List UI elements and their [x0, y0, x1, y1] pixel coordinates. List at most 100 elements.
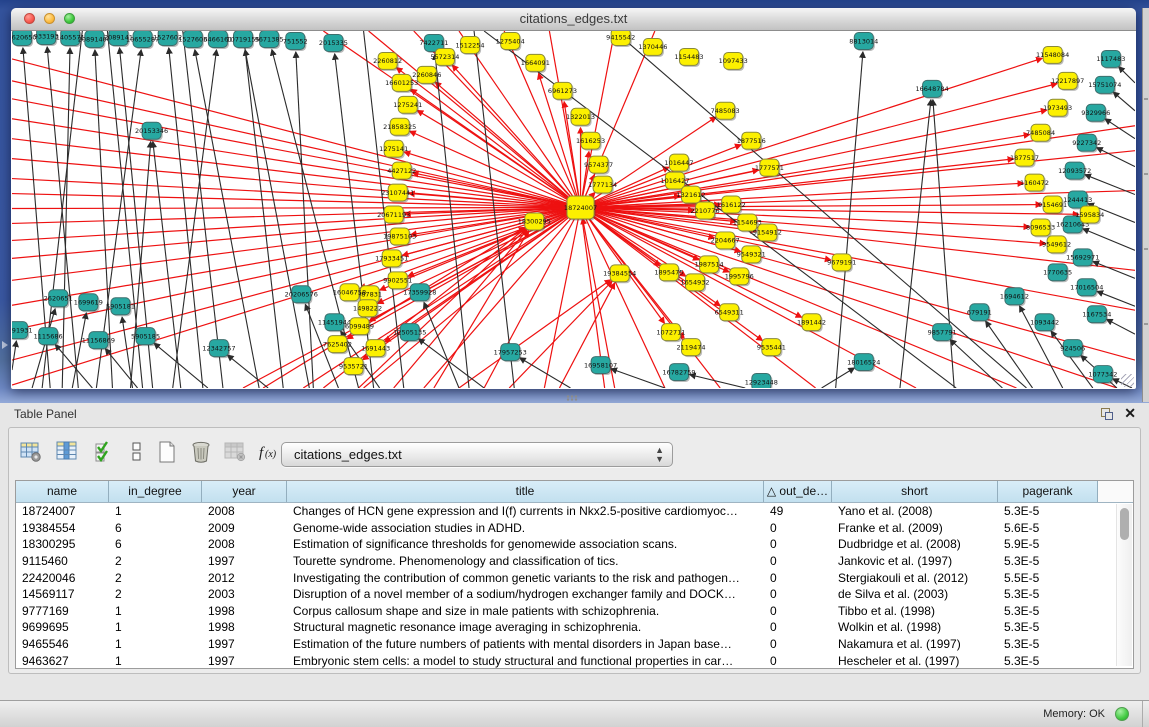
delete-column-button[interactable] [187, 438, 215, 466]
new-column-button[interactable] [153, 438, 181, 466]
table-settings-button[interactable] [17, 438, 45, 466]
table-row[interactable]: 946554611997Estimation of the future num… [16, 636, 1133, 653]
network-node[interactable]: 1694612 [1000, 288, 1029, 306]
table-row[interactable]: 1872400712008Changes of HCN gene express… [16, 503, 1133, 520]
network-node[interactable]: 2015335 [319, 34, 348, 52]
network-node[interactable]: 6961273 [548, 82, 577, 100]
column-header-short[interactable]: short [832, 481, 998, 502]
network-node[interactable]: 1154483 [674, 48, 703, 66]
collapsed-right-panel-strip[interactable] [1142, 8, 1149, 402]
delete-table-button[interactable] [221, 438, 249, 466]
network-node[interactable]: 17933451 [375, 250, 408, 268]
network-node[interactable]: 9679191 [827, 254, 856, 272]
network-node[interactable]: 1016447 [664, 154, 693, 172]
network-node[interactable]: 18724007 [564, 196, 597, 220]
network-node[interactable]: 12093572 [1058, 162, 1091, 180]
network-node[interactable]: 1115686 [34, 328, 63, 346]
network-node[interactable]: 2620651 [44, 290, 73, 308]
table-row[interactable]: 911546021997Tourette syndrome. Phenomeno… [16, 553, 1133, 570]
column-header-pagerank[interactable]: pagerank [998, 481, 1098, 502]
network-window-titlebar[interactable]: citations_edges.txt [11, 8, 1136, 31]
network-node[interactable]: 12923448 [745, 374, 778, 388]
network-node[interactable]: 7485084 [1026, 124, 1055, 142]
network-node[interactable]: 9549612 [1042, 236, 1071, 254]
close-window-button[interactable] [24, 13, 35, 24]
select-rows-button[interactable] [91, 438, 119, 466]
column-header-year[interactable]: year [202, 481, 287, 502]
network-node[interactable]: 751552 [283, 32, 308, 50]
table-row[interactable]: 1830029562008Estimation of significance … [16, 536, 1133, 553]
column-header-name[interactable]: name [16, 481, 109, 502]
table-row[interactable]: 977716911998Corpus callosum shape and si… [16, 603, 1133, 620]
network-node[interactable]: 12217897 [1051, 72, 1084, 90]
network-node[interactable]: 5905181 [106, 298, 135, 316]
table-row[interactable]: 1938455462009Genome-wide association stu… [16, 520, 1133, 537]
network-node[interactable]: 9535441 [757, 339, 786, 357]
network-node[interactable]: 1093442 [1030, 314, 1059, 332]
table-row[interactable]: 2242004622012Investigating the contribut… [16, 569, 1133, 586]
network-node[interactable]: 1077342 [1088, 366, 1117, 384]
network-node[interactable]: 16648784 [915, 80, 948, 98]
network-node[interactable]: 679191 [967, 304, 992, 322]
function-builder-button[interactable]: f (x) [255, 438, 283, 466]
network-node[interactable]: 6549311 [715, 304, 744, 322]
network-node[interactable]: 9329966 [1081, 104, 1110, 122]
network-node[interactable]: 12342757 [202, 340, 235, 358]
network-node[interactable]: 924506 [1060, 340, 1085, 358]
column-header-title[interactable]: title [287, 481, 764, 502]
table-row[interactable]: 1456911722003Disruption of a novel membe… [16, 586, 1133, 603]
network-node[interactable]: 1370446 [638, 38, 667, 56]
network-node[interactable]: 1699619 [74, 294, 103, 312]
network-node[interactable]: 2119474 [676, 339, 705, 357]
network-node[interactable]: 1770635 [1043, 264, 1072, 282]
network-node[interactable]: 9671385 [255, 31, 284, 49]
network-node[interactable]: 1877516 [737, 132, 766, 150]
zoom-window-button[interactable] [64, 13, 75, 24]
network-node[interactable]: 1654932 [681, 274, 710, 292]
network-window[interactable]: citations_edges.txt 26206509331931405571… [11, 8, 1136, 389]
panel-splitter-handle[interactable] [566, 395, 578, 401]
table-vertical-scrollbar[interactable] [1116, 504, 1132, 666]
column-header-in_degree[interactable]: in_degree [109, 481, 202, 502]
collapse-left-panel-arrow[interactable] [2, 341, 8, 349]
network-canvas[interactable]: 2620650933193140557120891406208914110655… [12, 31, 1135, 388]
network-node[interactable]: 11548084 [1036, 46, 1069, 64]
split-view-button[interactable] [123, 438, 151, 466]
network-node[interactable]: 8096533 [1026, 219, 1055, 237]
network-node[interactable]: 1117483 [1096, 50, 1125, 68]
float-panel-icon[interactable] [1101, 408, 1113, 420]
network-node[interactable]: 1995796 [725, 268, 754, 286]
network-node[interactable]: 16782759 [662, 364, 695, 382]
network-node[interactable]: 2204667 [711, 232, 740, 250]
network-node[interactable]: 1877517 [1010, 149, 1039, 167]
network-node[interactable]: 15692971 [1066, 249, 1099, 267]
network-node[interactable]: 1512254 [456, 36, 485, 54]
network-node[interactable]: 17016504 [1070, 279, 1103, 297]
window-resize-grip[interactable] [1121, 374, 1134, 387]
network-node[interactable]: 1895475 [654, 264, 683, 282]
network-node[interactable]: 21858325 [383, 118, 416, 136]
network-node[interactable]: 15751074 [1088, 76, 1121, 94]
network-node[interactable]: 1275404 [496, 32, 525, 50]
network-node[interactable]: 20671193 [377, 206, 410, 224]
column-header-out_de[interactable]: △ out_de… [764, 481, 832, 502]
network-node[interactable]: 9857791 [928, 324, 957, 342]
close-panel-icon[interactable]: ✕ [1124, 405, 1136, 422]
network-node[interactable]: 1777571 [755, 159, 784, 177]
network-node[interactable]: 1973493 [1043, 99, 1072, 117]
minimize-window-button[interactable] [44, 13, 55, 24]
network-node[interactable]: 8813014 [849, 32, 878, 50]
table-row[interactable]: 969969511998Structural magnetic resonanc… [16, 619, 1133, 636]
network-node[interactable]: 1160472 [1020, 174, 1049, 192]
network-node[interactable]: 9227342 [1072, 134, 1101, 152]
network-node[interactable]: 20153346 [135, 122, 168, 140]
network-node[interactable]: 1097433 [719, 52, 748, 70]
network-node[interactable]: 1072711 [656, 324, 685, 342]
table-source-select[interactable]: citations_edges.txt ▲▼ [281, 442, 673, 467]
network-node[interactable]: 20206576 [285, 286, 318, 304]
network-node[interactable]: 1167534 [1082, 306, 1111, 324]
network-node[interactable]: 1664091 [521, 54, 550, 72]
column-visibility-button[interactable] [53, 438, 81, 466]
table-row[interactable]: 946362711997Embryonic stem cells: a mode… [16, 652, 1133, 669]
network-node[interactable]: 9535721 [339, 358, 368, 376]
